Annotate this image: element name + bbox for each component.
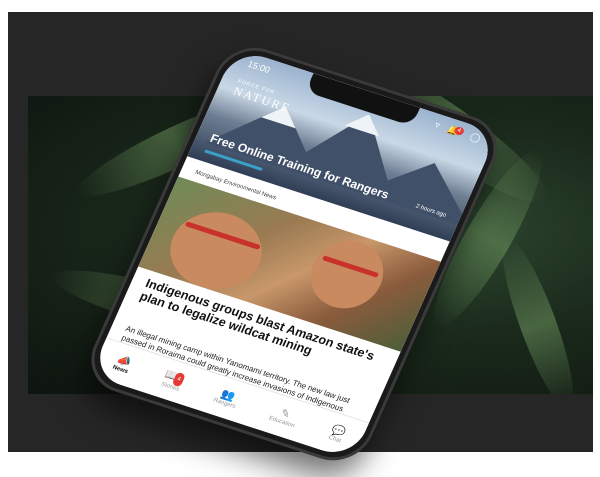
tab-news[interactable]: 📣 News [111,354,133,375]
filter-icon[interactable]: ▿ [433,120,441,132]
tab-chat[interactable]: 💬 Chat [327,424,347,445]
phone-screen: 15:00 ▿ 🔔4 ◯ FORCE FOR NATURE Free Onlin… [89,47,499,461]
phone-body: 15:00 ▿ 🔔4 ◯ FORCE FOR NATURE Free Onlin… [79,38,509,470]
tab-education[interactable]: ✎ Education [268,404,301,429]
tab-rangers[interactable]: 👥 Rangers [212,386,241,410]
scene: 15:00 ▿ 🔔4 ◯ FORCE FOR NATURE Free Onlin… [0,0,600,477]
tab-stories[interactable]: 📖4 Stories [160,369,187,393]
phone-mockup: 15:00 ▿ 🔔4 ◯ FORCE FOR NATURE Free Onlin… [70,30,509,470]
notification-badge: 4 [452,125,466,137]
